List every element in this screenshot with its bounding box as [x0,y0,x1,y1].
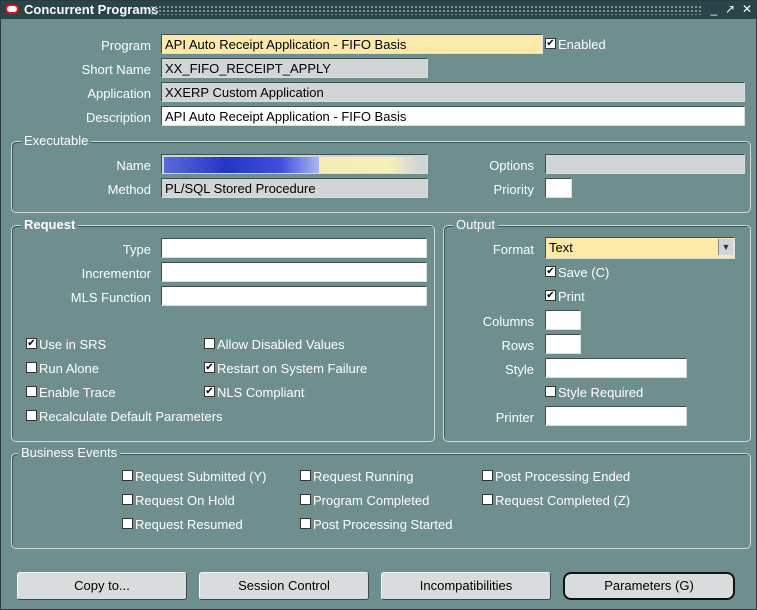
chevron-down-icon[interactable]: ▼ [718,239,733,255]
format-label: Format [492,242,534,257]
style-required-checkbox[interactable] [545,386,556,397]
program-label: Program [101,38,151,53]
allow-disabled-values-label: Allow Disabled Values [217,337,345,352]
description-label: Description [85,110,151,125]
output-title: Output [453,217,499,232]
oracle-logo-icon [5,4,19,14]
run-alone-label: Run Alone [39,361,99,376]
nls-compliant-label: NLS Compliant [217,385,305,400]
columns-label: Columns [482,314,534,329]
format-select[interactable]: Text ▼ [545,237,735,259]
priority-label: Priority [493,182,534,197]
request-completed-label: Request Completed (Z) [495,493,631,508]
window-title: Concurrent Programs [24,2,159,17]
redacted-name-blur-2 [319,157,419,173]
request-running-label: Request Running [313,469,414,484]
post-processing-started-label: Post Processing Started [313,517,453,532]
request-completed-checkbox[interactable] [482,494,493,505]
business-events-title: Business Events [18,445,121,460]
restart-on-failure-label: Restart on System Failure [217,361,368,376]
method-field[interactable]: PL/SQL Stored Procedure [161,178,428,198]
program-completed-label: Program Completed [313,493,430,508]
printer-label: Printer [495,410,534,425]
executable-title: Executable [21,133,92,148]
enable-trace-checkbox[interactable] [26,386,37,397]
copy-to-button[interactable]: Copy to... [17,572,187,600]
application-label: Application [87,86,151,101]
priority-field[interactable] [545,178,572,198]
recalculate-default-params-checkbox[interactable] [26,410,37,421]
rows-field[interactable] [545,334,581,354]
executable-frame [11,141,751,213]
options-label: Options [489,158,534,173]
request-on-hold-checkbox[interactable] [122,494,133,505]
request-on-hold-label: Request On Hold [135,493,235,508]
post-processing-ended-label: Post Processing Ended [495,469,631,484]
executable-name-field[interactable] [161,154,428,174]
enable-trace-label: Enable Trace [39,385,116,400]
nls-compliant-checkbox[interactable]: ✔ [204,386,215,397]
mls-function-field[interactable] [161,286,427,306]
rows-label: Rows [501,338,534,353]
save-label: Save (C) [558,265,610,280]
incrementor-label: Incrementor [81,266,151,281]
style-field[interactable] [545,358,687,378]
redacted-name-blur [164,157,319,173]
close-icon[interactable]: ✕ [740,2,754,17]
type-label: Type [122,242,151,257]
incrementor-field[interactable] [161,262,427,282]
restart-on-failure-checkbox[interactable]: ✔ [204,362,215,373]
request-submitted-label: Request Submitted (Y) [135,469,267,484]
columns-field[interactable] [545,310,581,330]
program-field[interactable]: API Auto Receipt Application - FIFO Basi… [161,34,543,54]
request-resumed-label: Request Resumed [135,517,243,532]
use-in-srs-label: Use in SRS [39,337,107,352]
print-label: Print [558,289,585,304]
post-processing-started-checkbox[interactable] [300,518,311,529]
options-field[interactable] [545,154,745,174]
format-value: Text [549,240,573,255]
request-resumed-checkbox[interactable] [122,518,133,529]
concurrent-programs-window: Concurrent Programs _ ↗ ✕ Program API Au… [0,0,757,610]
use-in-srs-checkbox[interactable]: ✔ [26,338,37,349]
description-field[interactable]: API Auto Receipt Application - FIFO Basi… [161,106,745,126]
style-required-label: Style Required [558,385,644,400]
incompatibilities-button[interactable]: Incompatibilities [381,572,551,600]
post-processing-ended-checkbox[interactable] [482,470,493,481]
method-label: Method [107,182,151,197]
request-title: Request [21,217,79,232]
program-completed-checkbox[interactable] [300,494,311,505]
short-name-field[interactable]: XX_FIFO_RECEIPT_APPLY [161,58,428,78]
style-label: Style [505,362,534,377]
request-running-checkbox[interactable] [300,470,311,481]
save-checkbox[interactable]: ✔ [545,266,556,277]
mls-function-label: MLS Function [70,290,151,305]
run-alone-checkbox[interactable] [26,362,37,373]
executable-name-label: Name [116,158,151,173]
allow-disabled-values-checkbox[interactable] [204,338,215,349]
title-bar: Concurrent Programs _ ↗ ✕ [1,1,756,19]
minimize-icon[interactable]: _ [707,2,721,17]
recalculate-default-params-label: Recalculate Default Parameters [39,409,223,424]
session-control-button[interactable]: Session Control [199,572,369,600]
enabled-label: Enabled [558,37,606,52]
type-field[interactable] [161,238,427,258]
printer-field[interactable] [545,406,687,426]
request-submitted-checkbox[interactable] [122,470,133,481]
enabled-checkbox[interactable]: ✔ [545,38,556,49]
parameters-button[interactable]: Parameters (G) [563,572,735,600]
restore-icon[interactable]: ↗ [723,2,737,17]
print-checkbox[interactable]: ✔ [545,290,556,301]
short-name-label: Short Name [81,62,151,77]
application-field[interactable]: XXERP Custom Application [161,82,745,102]
title-bar-pattern [151,6,701,15]
